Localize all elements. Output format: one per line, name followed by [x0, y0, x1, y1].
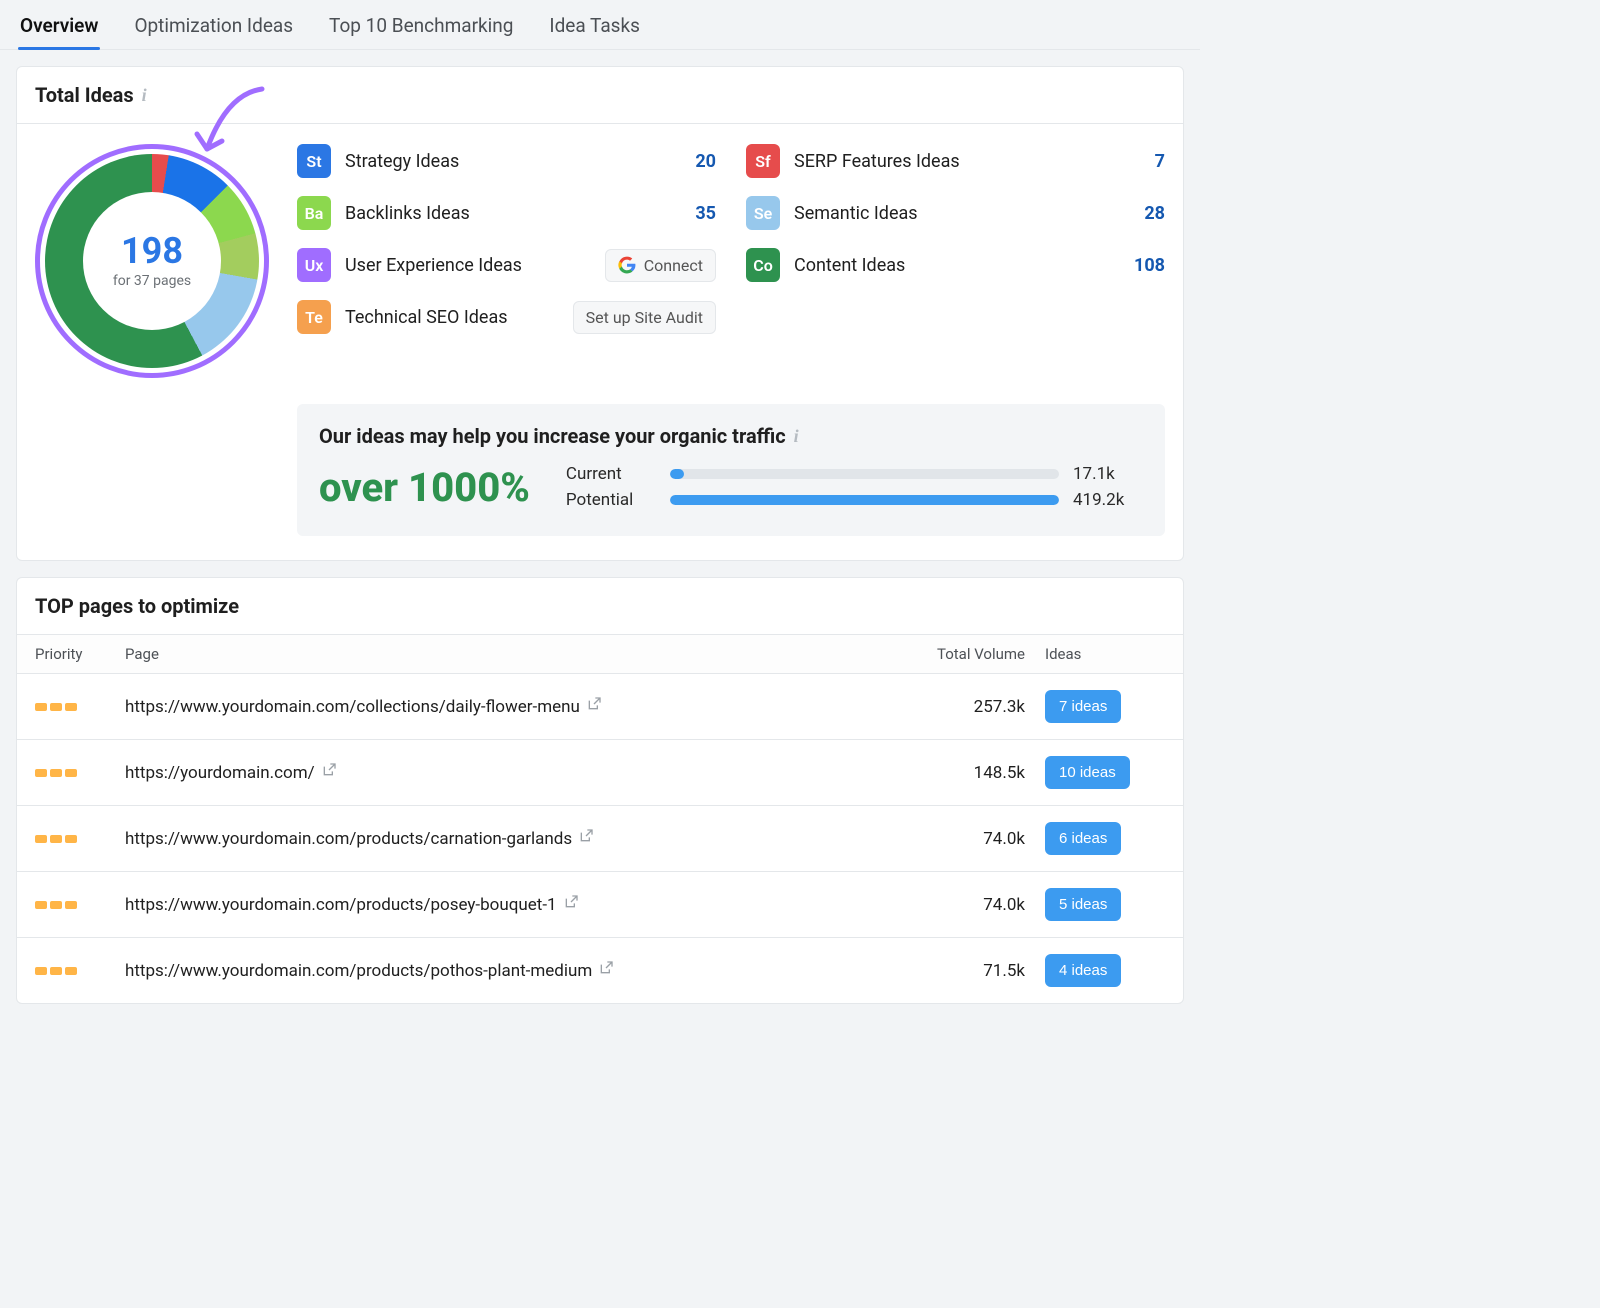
idea-badge: Te [297, 300, 331, 334]
priority-indicator [35, 703, 125, 711]
current-label: Current [566, 464, 656, 484]
header-page: Page [125, 645, 885, 663]
ideas-button[interactable]: 4 ideas [1045, 954, 1121, 987]
table-row: https://www.yourdomain.com/products/pose… [17, 872, 1183, 938]
page-url[interactable]: https://www.yourdomain.com/products/carn… [125, 829, 572, 849]
idea-item[interactable]: Se Semantic Ideas 28 [746, 196, 1165, 230]
potential-bar [670, 495, 1059, 505]
total-volume: 74.0k [885, 895, 1025, 915]
ideas-button[interactable]: 7 ideas [1045, 690, 1121, 723]
header-volume: Total Volume [885, 645, 1025, 663]
page-url[interactable]: https://www.yourdomain.com/products/poth… [125, 961, 592, 981]
total-volume: 74.0k [885, 829, 1025, 849]
current-bar [670, 469, 1059, 479]
banner-percent: over 1000% [319, 464, 530, 511]
table-row: https://www.yourdomain.com/products/carn… [17, 806, 1183, 872]
idea-item[interactable]: St Strategy Ideas 20 [297, 144, 716, 178]
page-url[interactable]: https://www.yourdomain.com/collections/d… [125, 697, 580, 717]
page-url[interactable]: https://www.yourdomain.com/products/pose… [125, 895, 557, 915]
idea-item[interactable]: Ba Backlinks Ideas 35 [297, 196, 716, 230]
total-volume: 71.5k [885, 961, 1025, 981]
header-ideas: Ideas [1025, 645, 1165, 663]
tab-overview[interactable]: Overview [18, 8, 100, 49]
idea-item[interactable]: Co Content Ideas 108 [746, 248, 1165, 282]
idea-count: 20 [668, 151, 716, 172]
site-audit-button[interactable]: Set up Site Audit [573, 301, 716, 334]
external-link-icon[interactable] [578, 828, 594, 844]
idea-label: Content Ideas [794, 255, 1103, 276]
total-ideas-title: Total Ideas [35, 83, 134, 107]
total-ideas-card: Total Ideas i 198 for 37 pages St Strateg… [16, 66, 1184, 561]
table-row: https://yourdomain.com/148.5k 10 ideas [17, 740, 1183, 806]
idea-badge: Co [746, 248, 780, 282]
tab-idea-tasks[interactable]: Idea Tasks [547, 8, 642, 49]
idea-badge: Sf [746, 144, 780, 178]
idea-badge: Ba [297, 196, 331, 230]
priority-indicator [35, 835, 125, 843]
idea-badge: Se [746, 196, 780, 230]
header-priority: Priority [35, 645, 125, 663]
idea-label: Technical SEO Ideas [345, 307, 559, 328]
idea-label: Semantic Ideas [794, 203, 1103, 224]
priority-indicator [35, 967, 125, 975]
traffic-banner: Our ideas may help you increase your org… [297, 404, 1165, 536]
external-link-icon[interactable] [563, 894, 579, 910]
ideas-button[interactable]: 6 ideas [1045, 822, 1121, 855]
idea-badge: Ux [297, 248, 331, 282]
table-row: https://www.yourdomain.com/products/poth… [17, 938, 1183, 1003]
connect-button[interactable]: Connect [605, 249, 716, 282]
info-icon[interactable]: i [142, 85, 147, 106]
idea-count: 28 [1117, 203, 1165, 224]
potential-label: Potential [566, 490, 656, 510]
priority-indicator [35, 901, 125, 909]
ideas-donut-chart: 198 for 37 pages [35, 144, 269, 378]
idea-count: 35 [668, 203, 716, 224]
idea-label: User Experience Ideas [345, 255, 591, 276]
idea-item[interactable]: Sf SERP Features Ideas 7 [746, 144, 1165, 178]
idea-label: Backlinks Ideas [345, 203, 654, 224]
idea-count: 108 [1117, 255, 1165, 276]
tab-top10-benchmarking[interactable]: Top 10 Benchmarking [327, 8, 515, 49]
ideas-button[interactable]: 10 ideas [1045, 756, 1130, 789]
top-pages-title: TOP pages to optimize [17, 578, 1183, 634]
idea-item[interactable]: Te Technical SEO Ideas Set up Site Audit [297, 300, 716, 334]
tabs: Overview Optimization Ideas Top 10 Bench… [0, 0, 1200, 50]
external-link-icon[interactable] [586, 696, 602, 712]
connect-label: Connect [644, 256, 703, 275]
idea-label: Strategy Ideas [345, 151, 654, 172]
page-url[interactable]: https://yourdomain.com/ [125, 763, 315, 783]
table-row: https://www.yourdomain.com/collections/d… [17, 674, 1183, 740]
total-ideas-count: 198 [121, 233, 183, 269]
total-ideas-subtitle: for 37 pages [113, 273, 191, 289]
idea-item[interactable]: Ux User Experience Ideas Connect [297, 248, 716, 282]
table-header: Priority Page Total Volume Ideas [17, 634, 1183, 674]
ideas-button[interactable]: 5 ideas [1045, 888, 1121, 921]
idea-badge: St [297, 144, 331, 178]
idea-count: 7 [1117, 151, 1165, 172]
tab-optimization-ideas[interactable]: Optimization Ideas [132, 8, 295, 49]
total-volume: 257.3k [885, 697, 1025, 717]
external-link-icon[interactable] [321, 762, 337, 778]
external-link-icon[interactable] [598, 960, 614, 976]
potential-value: 419.2k [1073, 490, 1143, 510]
info-icon[interactable]: i [794, 426, 799, 447]
idea-label: SERP Features Ideas [794, 151, 1103, 172]
current-value: 17.1k [1073, 464, 1143, 484]
priority-indicator [35, 769, 125, 777]
banner-heading: Our ideas may help you increase your org… [319, 424, 786, 448]
top-pages-card: TOP pages to optimize Priority Page Tota… [16, 577, 1184, 1004]
total-volume: 148.5k [885, 763, 1025, 783]
